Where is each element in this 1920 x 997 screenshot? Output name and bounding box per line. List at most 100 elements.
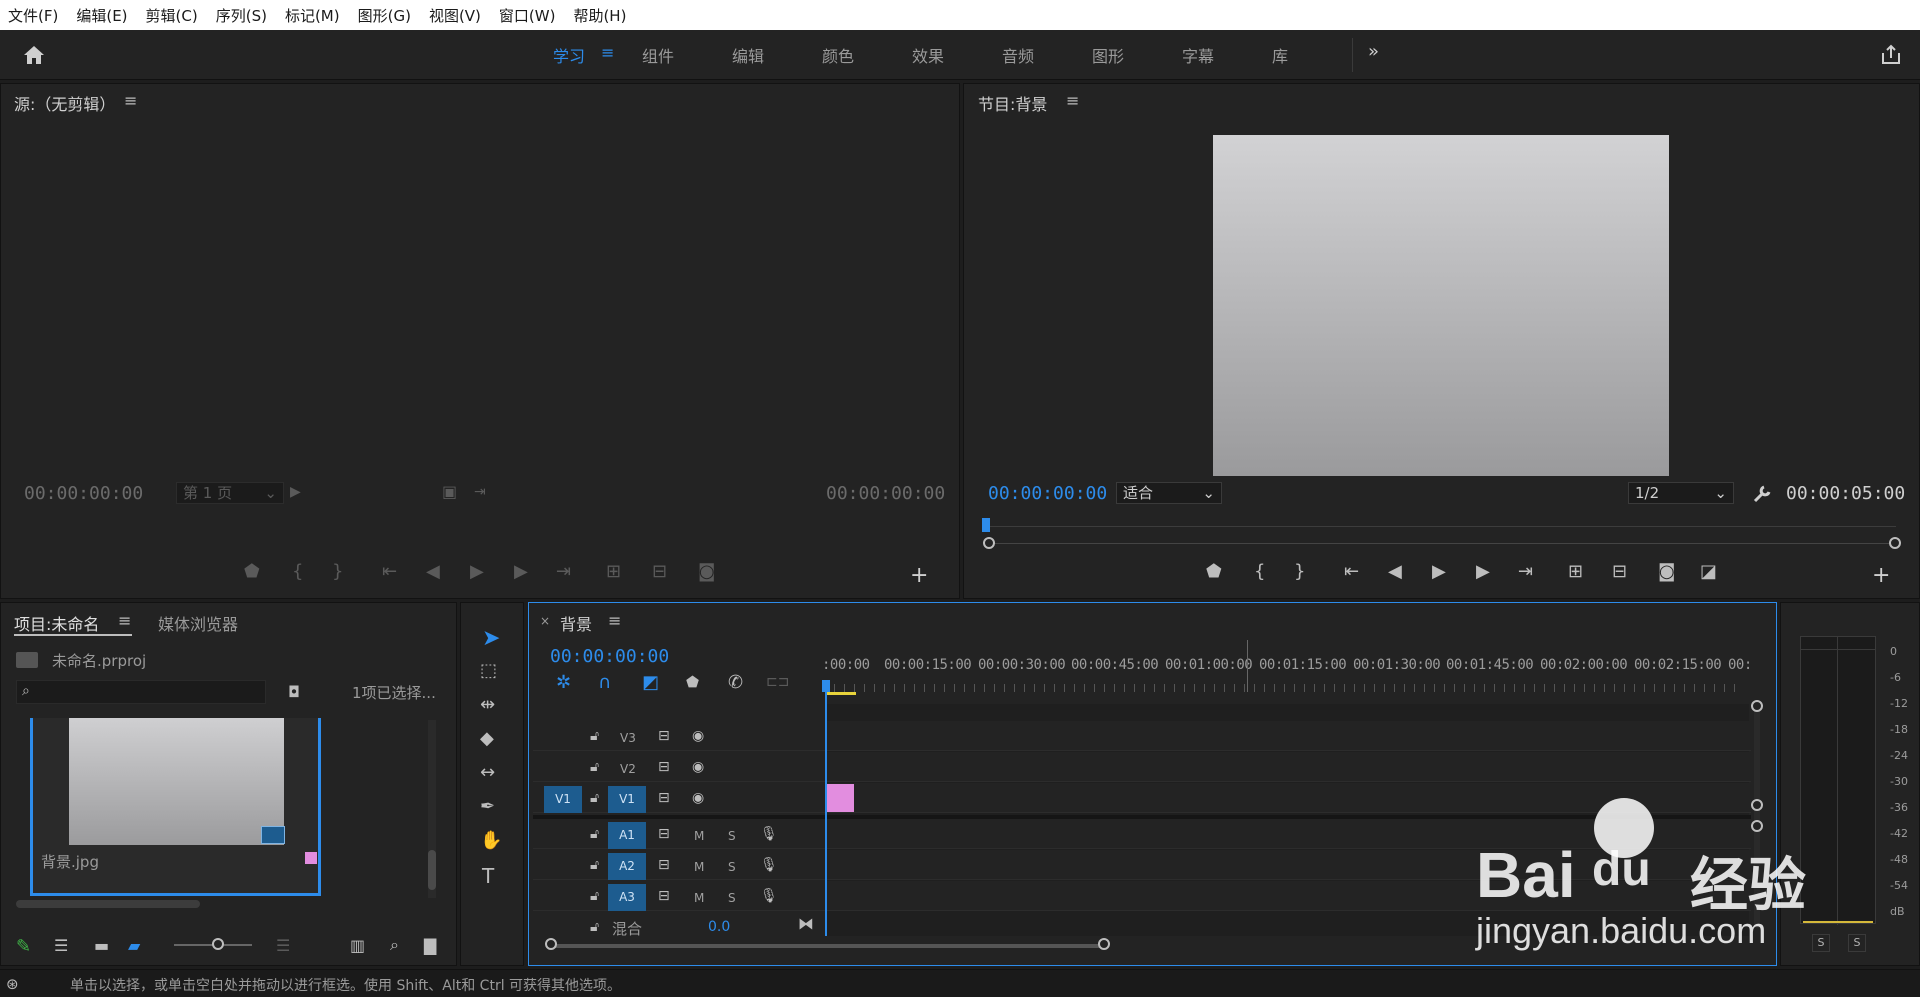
ripple-edit-tool-icon[interactable]: ⇹: [480, 694, 495, 715]
camera-icon[interactable]: ◙: [1658, 563, 1675, 581]
list-view-icon[interactable]: ☰: [54, 936, 68, 955]
share-icon[interactable]: [1880, 44, 1902, 66]
work-area-bar[interactable]: [826, 692, 856, 695]
automate-icon[interactable]: ▥: [350, 936, 365, 955]
lock-icon[interactable]: 🔓︎: [590, 858, 599, 872]
menu-clip[interactable]: 剪辑(C): [146, 5, 198, 26]
project-search-input[interactable]: ⌕: [16, 680, 266, 704]
sync-lock-icon[interactable]: ⊟: [658, 889, 670, 903]
solo-button[interactable]: S: [728, 829, 736, 843]
solo-button[interactable]: S: [728, 860, 736, 874]
razor-tool-icon[interactable]: ◆: [480, 728, 494, 749]
zoom-handle-left[interactable]: [983, 537, 995, 549]
type-tool-icon[interactable]: T: [482, 864, 494, 888]
source-timecode-right[interactable]: 00:00:00:00: [826, 483, 945, 504]
timeline-panel-menu-icon[interactable]: ≡: [608, 611, 621, 630]
track-target-v1[interactable]: V1: [608, 786, 646, 813]
lock-icon[interactable]: 🔓︎: [590, 760, 599, 774]
timeline-scrollbar-horizontal[interactable]: [552, 944, 1108, 948]
nest-icon[interactable]: ✲: [556, 674, 571, 692]
home-icon[interactable]: [22, 44, 46, 66]
mark-out-icon[interactable]: }: [1294, 563, 1305, 581]
go-to-in-icon[interactable]: ⇤: [382, 563, 397, 581]
extract-icon[interactable]: ⊟: [1612, 563, 1627, 581]
lock-icon[interactable]: 🔓︎: [590, 827, 599, 841]
playhead-head[interactable]: [822, 680, 830, 692]
lock-icon[interactable]: 🔓︎: [590, 791, 599, 805]
ws-menu-icon[interactable]: ≡: [601, 43, 614, 62]
eye-icon[interactable]: ◉: [692, 760, 704, 774]
chevron-double-right-icon[interactable]: »: [1368, 41, 1379, 62]
menu-file[interactable]: 文件(F): [8, 5, 58, 26]
clip-thumbnail-card[interactable]: 背景.jpg: [30, 718, 321, 896]
lock-icon[interactable]: 🔓︎: [590, 729, 599, 743]
ws-tab-audio[interactable]: 音频: [1002, 43, 1034, 67]
source-page-select[interactable]: 第 1 页 ⌄: [176, 482, 284, 504]
track-target-a3[interactable]: A3: [608, 884, 646, 911]
captions-icon[interactable]: ⊏⊐: [766, 675, 789, 689]
mark-in-icon[interactable]: {: [1254, 563, 1265, 581]
play-icon[interactable]: ▶: [470, 563, 484, 581]
lock-icon[interactable]: 🔓︎: [590, 889, 599, 903]
insert-clip-icon[interactable]: ⊞: [606, 563, 621, 581]
program-title[interactable]: 节目:背景: [978, 91, 1047, 115]
program-time-ruler[interactable]: [988, 518, 1896, 532]
source-patch-v1[interactable]: V1: [544, 786, 582, 813]
insert-icon[interactable]: ⇥: [474, 485, 486, 499]
microphone-icon[interactable]: 🎙︎: [760, 889, 778, 903]
ws-tab-captions[interactable]: 字幕: [1182, 43, 1214, 67]
program-fit-select[interactable]: 适合 ⌄: [1116, 482, 1222, 504]
source-timecode-left[interactable]: 00:00:00:00: [24, 483, 143, 504]
menu-markers[interactable]: 标记(M): [285, 5, 340, 26]
close-tab-icon[interactable]: ×: [540, 614, 550, 628]
menu-view[interactable]: 视图(V): [429, 5, 481, 26]
pen-tool-icon[interactable]: ✒: [480, 796, 495, 817]
program-video-frame[interactable]: [1213, 135, 1669, 476]
icon-view-icon[interactable]: ▬: [94, 936, 109, 955]
media-browser-tab[interactable]: 媒体浏览器: [158, 611, 238, 635]
marker-icon[interactable]: ⬟: [244, 563, 260, 581]
linked-selection-icon[interactable]: ◩: [642, 674, 659, 692]
go-to-out-icon[interactable]: ⇥: [556, 563, 571, 581]
ws-tab-color[interactable]: 颜色: [822, 43, 854, 67]
step-forward-icon[interactable]: ▶: [1476, 563, 1490, 581]
zoom-slider-handle[interactable]: [212, 938, 224, 950]
add-marker-icon[interactable]: ⬟: [686, 675, 699, 690]
sync-lock-icon[interactable]: ⊟: [658, 827, 670, 841]
solo-button[interactable]: S: [728, 891, 736, 905]
go-to-in-icon[interactable]: ⇤: [1344, 563, 1359, 581]
step-forward-icon[interactable]: ▶: [514, 563, 528, 581]
sync-lock-icon[interactable]: ⊟: [658, 858, 670, 872]
timeline-clip[interactable]: [826, 784, 854, 812]
snap-magnet-icon[interactable]: ∩: [598, 674, 611, 692]
track-v3[interactable]: [533, 721, 1751, 751]
marker-icon[interactable]: ⬟: [1206, 563, 1222, 581]
selection-tool-icon[interactable]: ➤: [482, 626, 500, 651]
microphone-icon[interactable]: 🎙︎: [760, 858, 778, 872]
add-button-icon[interactable]: +: [910, 563, 928, 588]
hand-tool-icon[interactable]: ✋: [480, 830, 502, 851]
track-label-v2[interactable]: V2: [620, 762, 636, 776]
timeline-timecode[interactable]: 00:00:00:00: [550, 646, 669, 667]
sync-lock-icon[interactable]: ⊟: [658, 791, 670, 805]
hscroll-handle-right[interactable]: [1098, 938, 1110, 950]
program-timecode-right[interactable]: 00:00:05:00: [1786, 483, 1905, 504]
program-resolution-select[interactable]: 1/2 ⌄: [1628, 482, 1734, 504]
new-bin-icon[interactable]: ▇: [424, 936, 436, 955]
zoom-handle-right[interactable]: [1889, 537, 1901, 549]
program-playhead[interactable]: [982, 518, 990, 532]
track-target-a1[interactable]: A1: [608, 822, 646, 849]
source-panel-menu-icon[interactable]: ≡: [124, 91, 137, 110]
new-bin-from-search-icon[interactable]: ◘: [288, 683, 300, 701]
menu-edit[interactable]: 编辑(E): [76, 5, 127, 26]
source-title[interactable]: 源:（无剪辑）: [14, 91, 115, 115]
mix-jump-icon[interactable]: ⧓: [798, 916, 814, 932]
track-v2[interactable]: [533, 752, 1751, 782]
ruler-ticks[interactable]: [824, 684, 1744, 692]
menu-help[interactable]: 帮助(H): [573, 5, 626, 26]
go-to-out-icon[interactable]: ⇥: [1518, 563, 1533, 581]
hscroll-handle-left[interactable]: [545, 938, 557, 950]
project-tab[interactable]: 项目:未命名: [14, 611, 99, 635]
sort-icon[interactable]: ☰: [276, 936, 290, 955]
slip-tool-icon[interactable]: ↔: [480, 762, 495, 783]
